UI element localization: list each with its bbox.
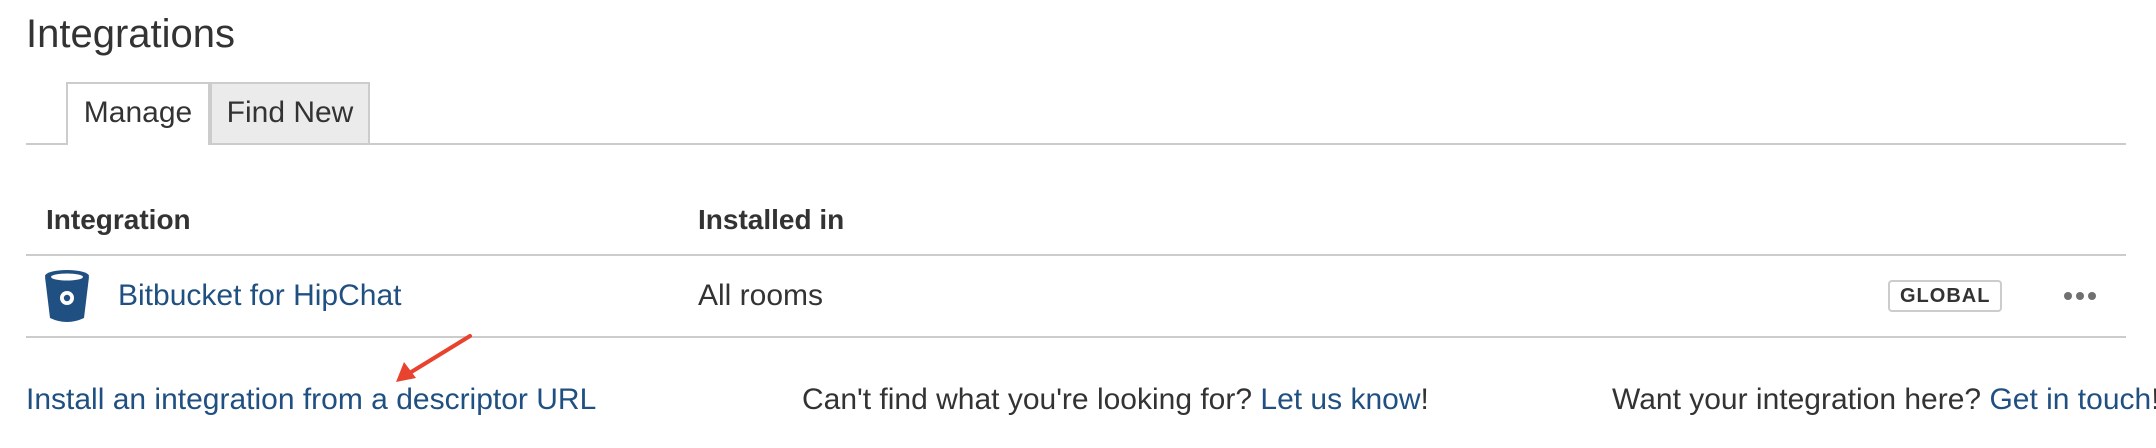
tab-manage[interactable]: Manage <box>66 82 210 145</box>
tab-find-new[interactable]: Find New <box>210 82 370 143</box>
scope-badge: GLOBAL <box>1888 280 2003 312</box>
column-header-installed-in: Installed in <box>698 204 845 235</box>
column-header-integration: Integration <box>46 204 191 235</box>
want-integration-message: Want your integration here? Get in touch… <box>1612 380 2156 420</box>
cant-find-text: Can't find what you're looking for? <box>802 383 1261 416</box>
let-us-know-link[interactable]: Let us know <box>1260 383 1420 416</box>
more-icon[interactable] <box>2060 278 2104 312</box>
get-in-touch-link[interactable]: Get in touch <box>1989 383 2151 416</box>
table-header: Integration Installed in <box>26 200 2126 256</box>
tabs: Manage Find New <box>26 82 2126 145</box>
install-from-descriptor-link[interactable]: Install an integration from a descriptor… <box>26 380 596 420</box>
table-row: Bitbucket for HipChat All rooms GLOBAL <box>26 256 2126 338</box>
tabs-divider <box>26 143 2126 145</box>
page-title: Integrations <box>26 12 236 56</box>
integration-name-link[interactable]: Bitbucket for HipChat <box>118 276 401 316</box>
want-integration-suffix: ! <box>2151 383 2156 416</box>
cant-find-suffix: ! <box>1420 383 1429 416</box>
annotation-arrow-icon <box>396 334 472 382</box>
installed-in-value: All rooms <box>698 279 824 312</box>
bitbucket-icon <box>42 268 92 324</box>
cant-find-message: Can't find what you're looking for? Let … <box>802 380 1429 420</box>
integrations-page: Integrations Manage Find New Integration… <box>0 0 2156 448</box>
want-integration-text: Want your integration here? <box>1612 383 1990 416</box>
